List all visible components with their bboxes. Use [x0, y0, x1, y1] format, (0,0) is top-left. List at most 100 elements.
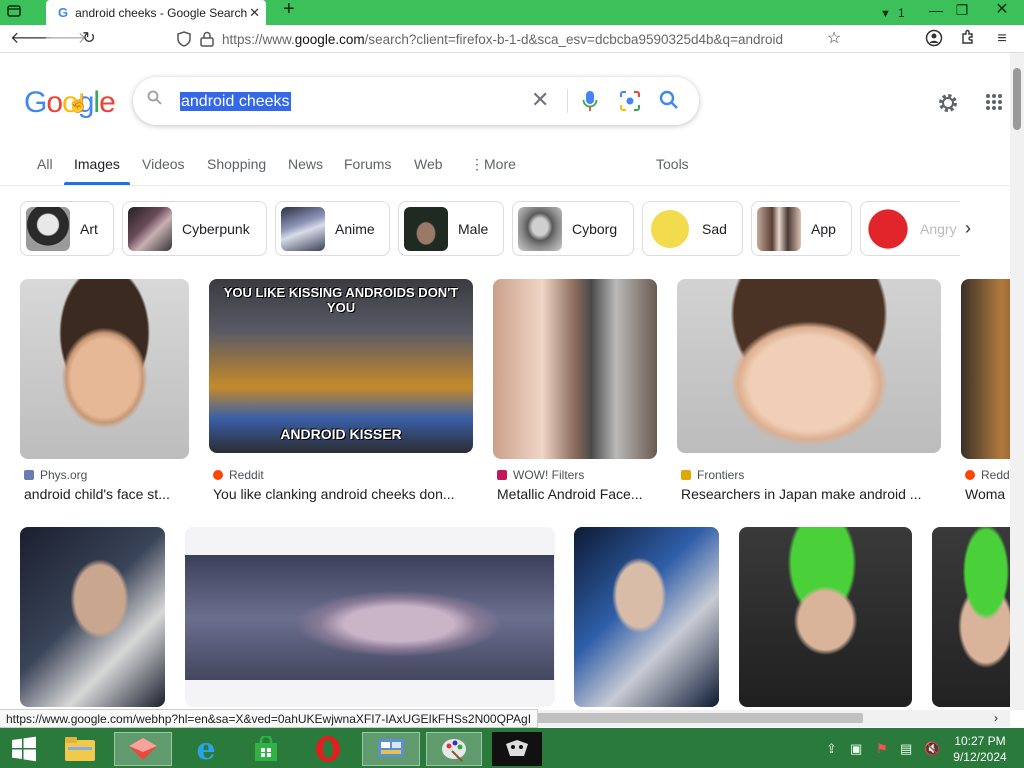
vertical-scrollbar[interactable] [1010, 53, 1024, 710]
more-dots-icon[interactable]: ⋮ [470, 156, 484, 173]
file-explorer-icon[interactable] [58, 732, 102, 766]
tab-more[interactable]: More [484, 156, 516, 172]
result-image: YOU LIKE KISSING ANDROIDS DON'T YOU ANDR… [209, 279, 473, 453]
menu-hamburger-icon[interactable]: ≡ [991, 29, 1013, 49]
source-name: Reddit [229, 468, 264, 482]
game-app-icon[interactable] [492, 732, 542, 766]
tab-forums[interactable]: Forums [344, 156, 391, 172]
result-image [185, 527, 555, 707]
chip-label: Sad [702, 220, 727, 237]
paint-palette-icon[interactable] [426, 732, 482, 766]
apps-grid-icon[interactable] [985, 93, 1003, 116]
control-panel-icon[interactable] [362, 732, 420, 766]
active-tab-indicator [64, 182, 130, 185]
tab-news[interactable]: News [288, 156, 323, 172]
extensions-icon[interactable] [957, 29, 979, 49]
chevron-right-icon[interactable]: › [965, 218, 971, 239]
angry-face-icon [866, 206, 910, 251]
system-clock[interactable]: 10:27 PM 9/12/2024 [950, 733, 1010, 765]
active-tab[interactable]: G android cheeks - Google Search ✕ [46, 0, 266, 25]
camera-lens-icon[interactable] [619, 90, 641, 117]
list-tabs-chevron-icon[interactable]: ▼ [880, 5, 891, 23]
tray-flag-error-icon[interactable]: ⚑ [876, 741, 888, 757]
scroll-right-arrow-icon[interactable]: › [994, 711, 998, 725]
close-window-icon[interactable]: ✕ [986, 0, 1018, 22]
logo-letter: G [24, 86, 47, 119]
source-name: Phys.org [40, 468, 88, 482]
close-tab-icon[interactable]: ✕ [249, 5, 260, 21]
chip-sad[interactable]: Sad [642, 201, 743, 256]
new-tab-icon[interactable]: + [283, 0, 295, 19]
tab-videos[interactable]: Videos [142, 156, 185, 172]
result-image [574, 527, 719, 707]
result-title[interactable]: Metallic Android Face... [497, 486, 657, 502]
result-image [932, 527, 1010, 707]
chip-label: App [811, 220, 836, 237]
tray-volume-muted-icon[interactable]: 🔇 [924, 741, 940, 757]
tab-count: 1 [898, 6, 905, 20]
result-title[interactable]: Woma [965, 486, 1010, 502]
chip-art[interactable]: Art [20, 201, 114, 256]
result-source: Frontiers [681, 468, 744, 482]
result-title[interactable]: You like clanking android cheeks don... [213, 486, 473, 502]
chip-thumbnail [518, 206, 562, 251]
chip-male[interactable]: Male [398, 201, 504, 256]
chip-label: Art [80, 220, 98, 237]
reload-icon[interactable]: ↻ [78, 29, 100, 49]
chip-cyberpunk[interactable]: Cyberpunk [122, 201, 267, 256]
forward-arrow-icon[interactable]: 🡒 [44, 29, 87, 49]
result-title[interactable]: android child's face st... [24, 486, 186, 502]
source-favicon-icon [24, 470, 34, 480]
sad-face-icon [648, 206, 692, 251]
start-windows-icon[interactable] [2, 732, 46, 766]
search-input[interactable]: android cheeks [180, 92, 291, 111]
tray-network-icon[interactable]: ▣ [850, 741, 862, 757]
tab-title: android cheeks - Google Search [75, 5, 248, 20]
app-red-box-icon[interactable] [114, 732, 172, 766]
browser-window: G android cheeks - Google Search ✕ + ▼ 1… [0, 0, 1024, 768]
search-box[interactable]: android cheeks ✕ [133, 77, 699, 125]
chip-app[interactable]: App [751, 201, 852, 256]
tools-button[interactable]: Tools [656, 156, 689, 172]
search-submit-icon[interactable] [659, 90, 679, 115]
google-favicon-icon: G [58, 5, 69, 20]
source-name: Frontiers [697, 468, 745, 482]
chip-label: Anime [335, 220, 375, 237]
address-bar[interactable]: https://www. google.com/search?client=fir… [176, 28, 852, 50]
bookmark-star-icon[interactable]: ☆ [823, 29, 845, 49]
lock-icon [200, 31, 214, 47]
clock-date: 9/12/2024 [953, 750, 1007, 764]
opera-icon[interactable] [306, 732, 350, 766]
divider [567, 89, 568, 113]
microphone-icon[interactable] [582, 90, 598, 117]
store-bag-icon[interactable] [244, 732, 288, 766]
clear-search-icon[interactable]: ✕ [531, 87, 549, 113]
restore-icon[interactable]: ❐ [946, 0, 978, 22]
tab-images[interactable]: Images [74, 156, 120, 172]
chip-label: Male [458, 220, 489, 237]
image-result[interactable]: Redd Woma [961, 279, 1010, 509]
tray-display-icon[interactable]: ▤ [900, 741, 912, 757]
result-title[interactable]: Researchers in Japan make android ... [681, 486, 941, 502]
tab-shopping[interactable]: Shopping [207, 156, 266, 172]
tab-overview-icon[interactable] [6, 3, 22, 23]
navigation-bar: 🡐 🡒 ↻ https://www. google.com/search?clie… [0, 25, 1024, 53]
settings-gear-icon[interactable] [937, 92, 959, 119]
back-arrow-icon[interactable]: 🡐 [10, 29, 53, 49]
chip-cyborg[interactable]: Cyborg [512, 201, 634, 256]
logo-letter: o [46, 86, 63, 119]
result-image-inner [185, 555, 554, 680]
chip-anime[interactable]: Anime [275, 201, 390, 256]
result-image [20, 527, 165, 707]
vertical-scroll-thumb[interactable] [1013, 68, 1021, 130]
account-icon[interactable] [923, 29, 945, 49]
chip-angry[interactable]: Angry [860, 201, 960, 256]
tray-arrow-icon[interactable]: ⇪ [826, 741, 837, 757]
tab-web[interactable]: Web [414, 156, 443, 172]
horizontal-scroll-thumb[interactable] [520, 713, 863, 723]
tab-all[interactable]: All [37, 156, 53, 172]
internet-explorer-icon[interactable]: e [184, 732, 228, 767]
image-result[interactable] [932, 527, 1010, 707]
chip-thumbnail [281, 206, 325, 251]
source-favicon-icon [681, 470, 691, 480]
